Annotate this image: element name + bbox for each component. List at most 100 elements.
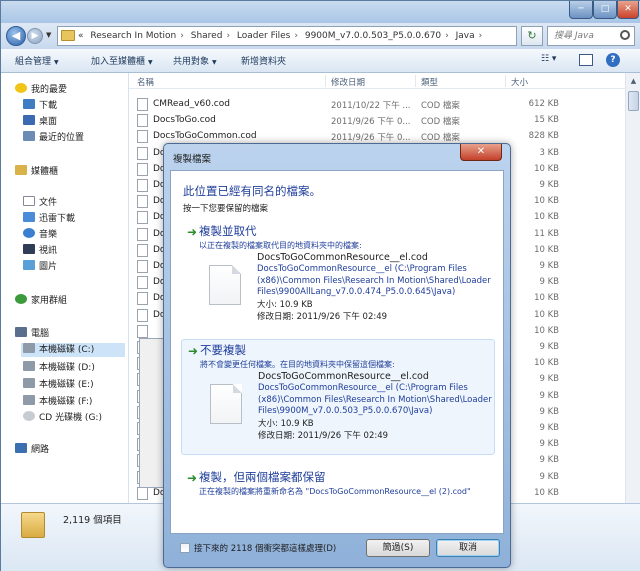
search-input[interactable]: 搜尋 Java: [547, 26, 635, 46]
minimize-button[interactable]: ─: [569, 1, 593, 19]
vertical-scrollbar[interactable]: ▲: [625, 73, 640, 503]
search-icon: [620, 30, 630, 40]
nav-network[interactable]: 網路: [15, 443, 49, 457]
nav-computer[interactable]: 電腦: [15, 327, 49, 341]
option-description: 將不會變更任何檔案。在目的地資料夾中保留這個檔案:: [200, 360, 395, 369]
apply-to-all-label[interactable]: 接下來的 2118 個衝突都這樣處理(D): [194, 542, 336, 554]
nav-music[interactable]: 音樂: [23, 228, 57, 242]
file-size: 9 KB: [539, 390, 559, 401]
thunder-download-icon: [23, 212, 35, 222]
dialog-heading: 此位置已經有同名的檔案。: [183, 184, 321, 198]
column-date[interactable]: 修改日期: [331, 76, 365, 88]
nav-videos[interactable]: 視訊: [23, 244, 57, 258]
recent-pages-dropdown[interactable]: ▼: [46, 31, 51, 39]
file-type: COD 檔案: [421, 117, 460, 128]
nav-homegroup[interactable]: 家用群組: [15, 294, 67, 308]
nav-favorites[interactable]: 我的最愛: [15, 83, 67, 97]
refresh-button[interactable]: ↻: [521, 26, 543, 46]
file-size: 9 KB: [539, 423, 559, 433]
copy-keep-both-option[interactable]: ➜ 複製，但兩個檔案都保留 正在複製的檔案將重新命名為 "DocsToGoCom…: [181, 467, 495, 517]
file-size: 9 KB: [539, 455, 559, 466]
dialog-body: 此位置已經有同名的檔案。 按一下您要保留的檔案 ➜ 複製並取代 以正在複製的檔案…: [170, 170, 504, 534]
file-date: 2011/9/26 下午 0...: [331, 133, 411, 144]
details-button[interactable]: 簡過(S): [366, 539, 430, 557]
breadcrumb-shared[interactable]: Shared: [191, 31, 223, 41]
navigation-pane: 我的最愛 下載 桌面 最近的位置 媒體櫃 文件 迅雷下載 音樂 視訊 圖片 家用…: [1, 73, 129, 503]
file-path: DocsToGoCommonResource__el (C:\Program F…: [258, 383, 492, 416]
preview-pane-button[interactable]: [579, 54, 593, 66]
close-button[interactable]: ✕: [617, 1, 639, 19]
breadcrumb-java[interactable]: Java: [456, 31, 475, 41]
organize-button[interactable]: 組合管理 ▼: [15, 54, 59, 67]
copy-and-replace-option[interactable]: ➜ 複製並取代 以正在複製的檔案取代目的地資料夾中的檔案: DocsToGoCo…: [181, 221, 495, 329]
breadcrumb-overflow[interactable]: «: [78, 31, 84, 41]
file-size: 9 KB: [539, 180, 559, 190]
file-icon: [209, 265, 241, 305]
dialog-close-button[interactable]: ✕: [460, 144, 502, 161]
new-folder-button[interactable]: 新增資料夾: [241, 54, 286, 67]
file-icon: [137, 162, 148, 176]
address-bar[interactable]: « Research In Motion › Shared › Loader Fil…: [57, 26, 567, 46]
file-size: 大小: 10.9 KB: [258, 418, 314, 429]
column-size[interactable]: 大小: [511, 76, 528, 88]
option-title: 複製並取代: [199, 224, 257, 238]
column-name[interactable]: 名稱: [137, 76, 154, 88]
share-with-button[interactable]: 共用對象 ▼: [173, 54, 217, 67]
file-icon: [137, 98, 148, 111]
back-button[interactable]: ◀: [6, 26, 26, 46]
download-icon: [23, 99, 35, 109]
computer-icon: [15, 327, 27, 337]
file-size: 9 KB: [539, 342, 559, 352]
file-icon: [210, 384, 242, 424]
file-size: 9 KB: [539, 439, 559, 450]
help-button[interactable]: ?: [606, 53, 620, 67]
file-row[interactable]: DocsToGo.cod 2011/9/26 下午 0... COD 檔案 15 KB: [129, 113, 625, 129]
picture-icon: [23, 260, 35, 270]
file-size: 10 KB: [534, 325, 559, 336]
green-arrow-icon: ➜: [188, 344, 199, 358]
file-icon: [137, 130, 148, 144]
scroll-up-arrow-icon[interactable]: ▲: [627, 74, 640, 88]
nav-pictures[interactable]: 圖片: [23, 260, 57, 274]
file-row[interactable]: CMRead_v60.cod 2011/10/22 下午 ... COD 檔案 612…: [129, 97, 625, 113]
file-icon: [137, 276, 148, 290]
breadcrumb-9900m[interactable]: 9900M_v7.0.0.503_P5.0.0.670: [305, 31, 441, 41]
file-icon: [137, 146, 148, 160]
file-icon: [137, 114, 148, 128]
file-size: 612 KB: [528, 99, 559, 109]
homegroup-icon: [15, 294, 27, 304]
forward-button[interactable]: ▶: [27, 28, 43, 44]
view-options-button[interactable]: ☷ ▾: [541, 54, 556, 64]
search-placeholder: 搜尋 Java: [554, 31, 594, 41]
nav-drive-d[interactable]: 本機磁碟 (D:): [23, 361, 95, 375]
file-size: 10 KB: [534, 244, 559, 255]
breadcrumb: « Research In Motion › Shared › Loader Fil…: [78, 31, 483, 41]
file-date: 2011/10/22 下午 ...: [331, 101, 411, 111]
document-icon: [23, 196, 35, 206]
navigation-bar: ◀ ▶ ▼ « Research In Motion › Shared › Load…: [1, 23, 640, 49]
green-arrow-icon: ➜: [187, 225, 198, 239]
cancel-button[interactable]: 取消: [436, 539, 500, 557]
file-modified: 修改日期: 2011/9/26 下午 02:49: [257, 311, 388, 322]
nav-recent[interactable]: 最近的位置: [23, 131, 84, 145]
nav-drive-e[interactable]: 本機磁碟 (E:): [23, 378, 94, 392]
dont-copy-option[interactable]: ➜ 不要複製 將不會變更任何檔案。在目的地資料夾中保留這個檔案: DocsToG…: [181, 339, 495, 455]
nav-drive-c[interactable]: 本機磁碟 (C:): [21, 343, 125, 357]
nav-drive-g[interactable]: CD 光碟機 (G:): [23, 411, 102, 425]
network-icon: [15, 443, 27, 453]
column-type[interactable]: 類型: [421, 76, 438, 88]
nav-desktop[interactable]: 桌面: [23, 115, 57, 129]
breadcrumb-research-in-motion[interactable]: Research In Motion: [90, 31, 176, 41]
nav-documents[interactable]: 文件: [23, 196, 57, 210]
add-to-library-button[interactable]: 加入至媒體櫃 ▼: [91, 54, 153, 67]
nav-downloads[interactable]: 下載: [23, 99, 57, 113]
nav-libraries[interactable]: 媒體櫃: [15, 165, 58, 179]
apply-to-all-checkbox[interactable]: [180, 543, 190, 553]
nav-drive-f[interactable]: 本機磁碟 (F:): [23, 395, 92, 409]
breadcrumb-loader-files[interactable]: Loader Files: [237, 31, 290, 41]
recent-places-icon: [23, 131, 35, 141]
maximize-button[interactable]: □: [593, 1, 617, 19]
file-icon: [137, 324, 148, 338]
nav-thunder[interactable]: 迅雷下載: [23, 212, 75, 226]
scrollbar-thumb[interactable]: [628, 91, 639, 111]
